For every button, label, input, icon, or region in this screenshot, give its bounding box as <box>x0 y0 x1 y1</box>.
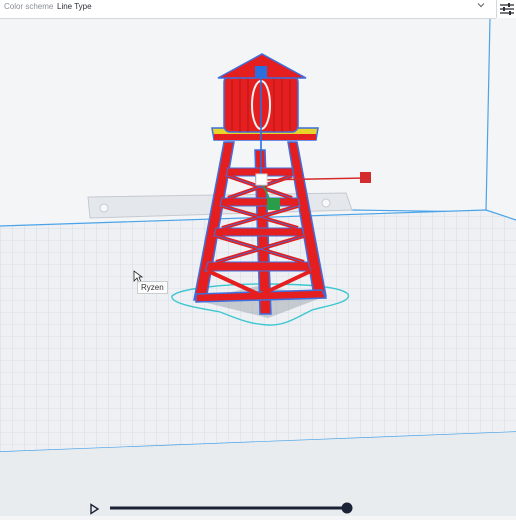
gizmo-x-handle[interactable] <box>360 172 371 183</box>
color-scheme-dropdown[interactable]: Line Type <box>57 2 92 11</box>
gizmo-center-handle[interactable] <box>255 173 268 186</box>
play-button[interactable] <box>88 502 100 520</box>
play-icon <box>90 503 100 515</box>
gizmo-z-handle[interactable] <box>255 66 267 78</box>
gizmo-y-handle[interactable] <box>267 198 280 210</box>
3d-viewport[interactable] <box>0 0 516 516</box>
view-settings-button[interactable] <box>496 0 516 18</box>
color-scheme-label: Color scheme <box>4 2 54 11</box>
cursor-tooltip: Ryzen <box>137 281 168 294</box>
color-scheme-bar[interactable]: Color scheme Line Type <box>0 0 496 19</box>
sliders-icon <box>500 3 514 15</box>
chevron-down-icon[interactable] <box>477 1 485 11</box>
layer-slider-handle[interactable] <box>341 502 353 514</box>
